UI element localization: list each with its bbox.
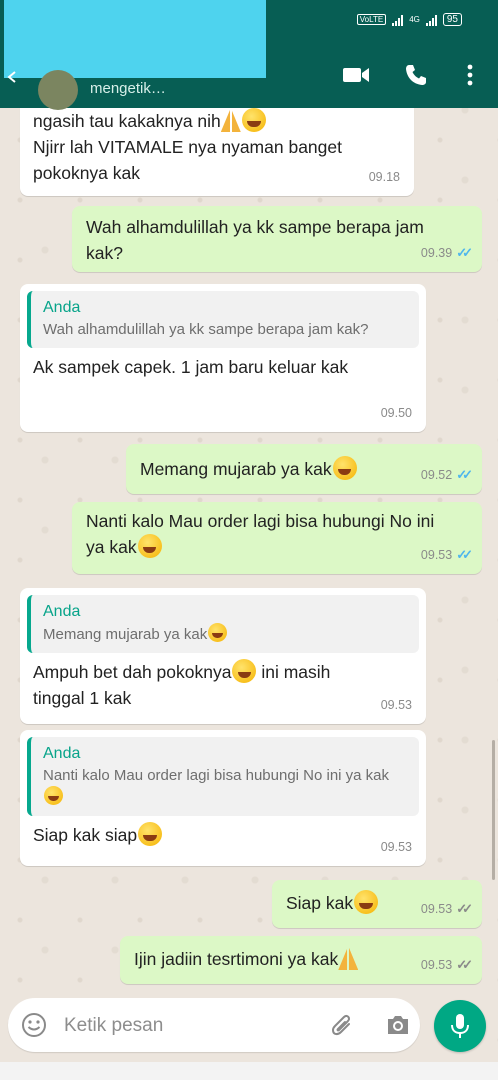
message-text-line: pokoknya kak: [33, 163, 141, 183]
folded-hands-emoji: [338, 946, 359, 970]
quoted-message[interactable]: Anda Memang mujarab ya kak: [27, 595, 419, 653]
message-outgoing[interactable]: Memang mujarab ya kak 09.52 ✓✓: [126, 444, 482, 494]
avatar[interactable]: [38, 70, 78, 110]
message-outgoing[interactable]: Ijin jadiin tesrtimoni ya kak 09.53 ✓✓: [120, 936, 482, 984]
message-text: Ijin jadiin tesrtimoni ya kak: [134, 946, 359, 972]
message-incoming-reply[interactable]: Anda Memang mujarab ya kak Ampuh bet dah…: [20, 588, 426, 724]
message-outgoing[interactable]: Wah alhamdulillah ya kk sampe berapa jam…: [72, 206, 482, 272]
camera-icon[interactable]: [384, 1011, 412, 1039]
video-call-icon[interactable]: [341, 60, 371, 90]
smiling-emoji: [354, 890, 379, 914]
scrollbar[interactable]: [492, 740, 495, 880]
message-outgoing[interactable]: Siap kak 09.53 ✓✓: [272, 880, 482, 928]
folded-hands-emoji: [220, 108, 241, 132]
smiling-emoji: [137, 534, 162, 558]
message-text: Siap kak siap: [27, 822, 419, 848]
hand-over-mouth-emoji: [232, 659, 257, 683]
signal-icon: [392, 14, 404, 26]
hand-over-mouth-emoji: [332, 456, 357, 480]
grinning-emoji: [138, 822, 163, 846]
back-arrow-icon[interactable]: [6, 68, 20, 89]
message-time: 09.50: [380, 406, 412, 420]
message-time: 09.52 ✓✓: [421, 462, 473, 488]
message-text: Ampuh bet dah pokoknya ini masih tinggal…: [27, 659, 373, 711]
quote-text: Wah alhamdulillah ya kk sampe berapa jam…: [43, 321, 369, 338]
laughing-emoji: [241, 108, 266, 132]
message-outgoing[interactable]: Nanti kalo Mau order lagi bisa hubungi N…: [72, 502, 482, 574]
redacted-contact-name: [4, 0, 266, 78]
message-incoming[interactable]: ngasih tau kakaknya nih Njirr lah VITAMA…: [20, 100, 414, 196]
phone-call-icon[interactable]: [401, 60, 431, 90]
read-receipt-icon: ✓✓: [456, 547, 473, 562]
message-text: Nanti kalo Mau order lagi bisa hubungi N…: [86, 511, 435, 558]
message-input[interactable]: [62, 1010, 316, 1042]
battery-icon: 95: [442, 13, 462, 26]
message-text: Wah alhamdulillah ya kk sampe berapa jam…: [86, 217, 429, 263]
quote-author: Anda: [43, 745, 81, 762]
message-time: 09.53 ✓✓: [421, 896, 473, 922]
quote-text: Nanti kalo Mau order lagi bisa hubungi N…: [43, 765, 409, 808]
message-incoming-reply[interactable]: Anda Nanti kalo Mau order lagi bisa hubu…: [20, 730, 426, 866]
message-text-line: ngasih tau kakaknya nih: [33, 108, 342, 134]
status-bar: VoLTE 4G 95: [356, 13, 462, 26]
more-options-icon[interactable]: [455, 60, 485, 90]
read-receipt-icon: ✓✓: [456, 245, 473, 260]
typing-status: mengetik…: [90, 80, 166, 97]
volte-icon: VoLTE: [356, 14, 387, 25]
attach-icon[interactable]: [328, 1011, 356, 1039]
message-time: 09.53 ✓✓: [421, 542, 473, 568]
delivered-receipt-icon: ✓✓: [456, 957, 473, 972]
system-nav-bar: [0, 1062, 498, 1080]
message-composer: [8, 998, 420, 1052]
signal-icon-2: [425, 14, 437, 26]
emoji-icon[interactable]: [20, 1011, 48, 1039]
message-time: 09.53 ✓✓: [421, 952, 473, 978]
message-text: Memang mujarab ya kak: [140, 456, 357, 482]
mic-button[interactable]: [434, 1000, 486, 1052]
message-text: Ak sampek capek. 1 jam baru keluar kak: [33, 357, 349, 377]
delivered-receipt-icon: ✓✓: [456, 901, 473, 916]
smiling-emoji: [44, 786, 63, 805]
network-type: 4G: [409, 15, 420, 24]
message-time: 09.53: [380, 840, 412, 854]
quote-text: Memang mujarab ya kak: [43, 623, 409, 645]
quote-author: Anda: [43, 299, 81, 316]
quoted-message[interactable]: Anda Nanti kalo Mau order lagi bisa hubu…: [27, 737, 419, 816]
read-receipt-icon: ✓✓: [456, 467, 473, 482]
message-time: 09.53: [380, 698, 412, 712]
quoted-message[interactable]: Anda Wah alhamdulillah ya kk sampe berap…: [27, 291, 419, 348]
quote-author: Anda: [43, 603, 81, 620]
message-text: Siap kak: [286, 890, 379, 916]
message-incoming-reply[interactable]: Anda Wah alhamdulillah ya kk sampe berap…: [20, 284, 426, 432]
mic-icon: [451, 1014, 469, 1038]
hand-over-mouth-emoji: [208, 623, 228, 642]
message-text-line: Njirr lah VITAMALE nya nyaman banget: [33, 137, 342, 157]
chat-header: VoLTE 4G 95 mengetik…: [0, 0, 498, 110]
message-time: 09.18: [368, 170, 400, 184]
message-time: 09.39 ✓✓: [421, 240, 473, 266]
